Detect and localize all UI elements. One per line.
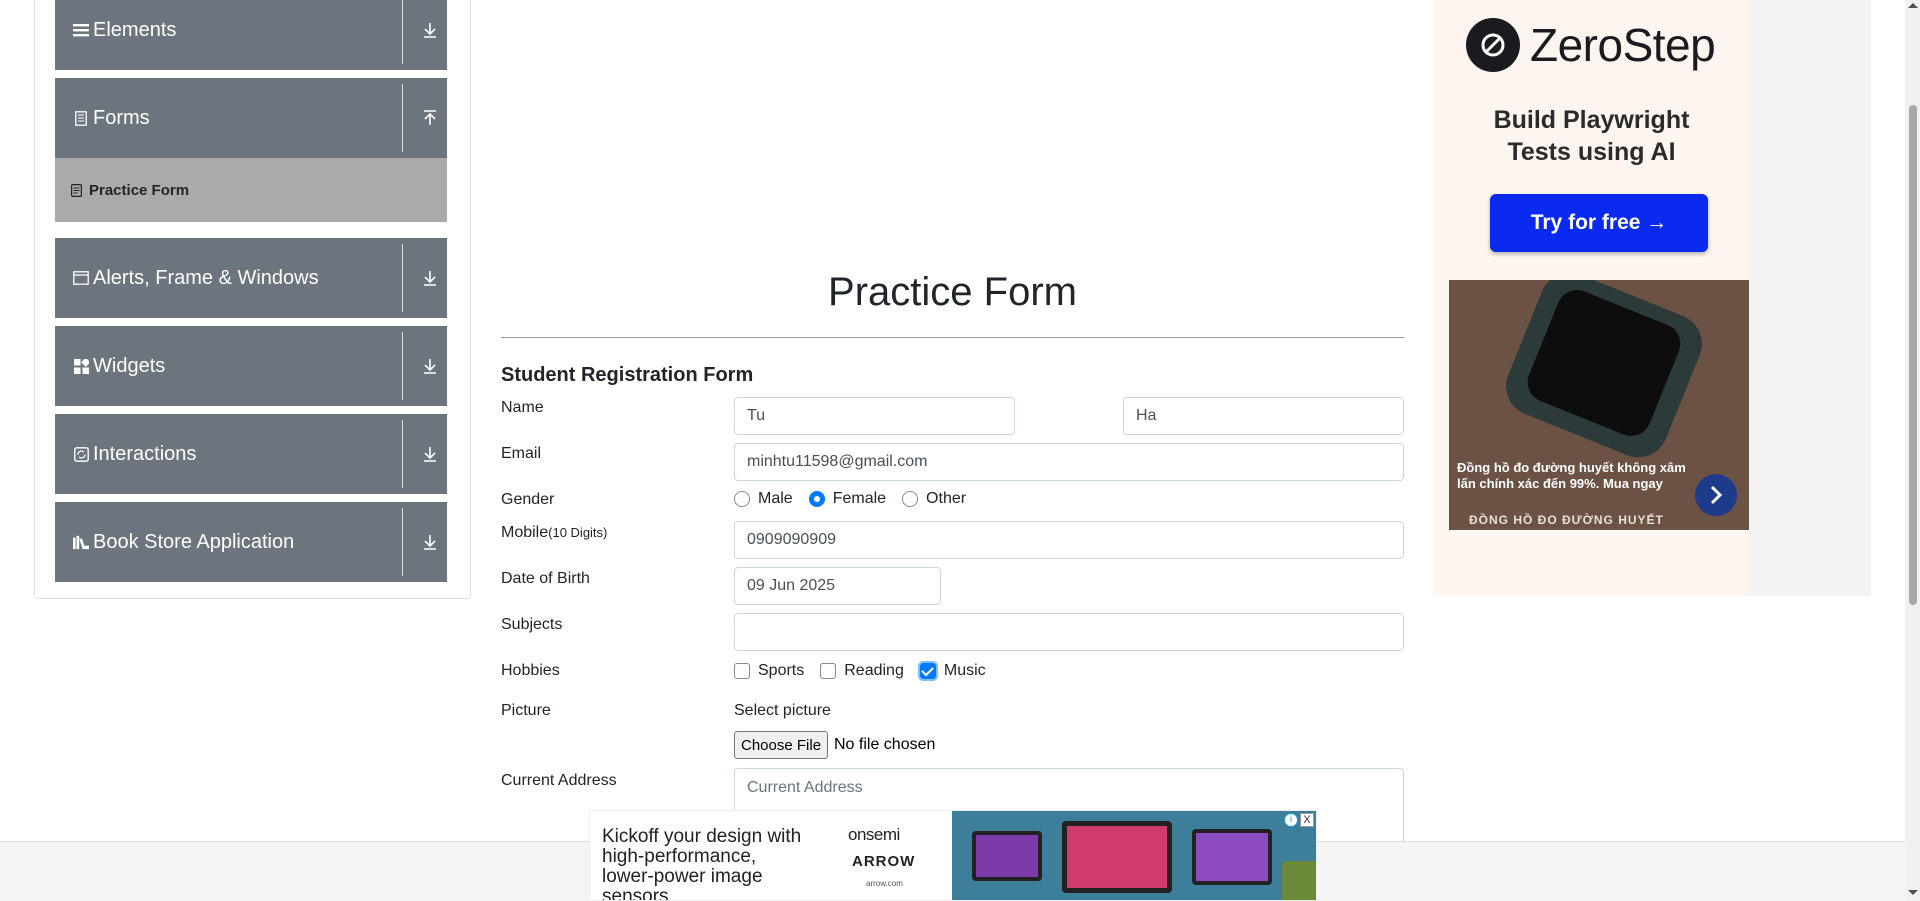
- gender-option-other[interactable]: Other: [902, 490, 966, 508]
- sidebar-item-label: Practice Form: [89, 181, 190, 199]
- form-heading: Student Registration Form: [501, 364, 754, 386]
- divider: [501, 337, 1404, 338]
- onsemi-logo: onsemi: [848, 825, 900, 844]
- hobby-option-music[interactable]: Music: [917, 661, 986, 681]
- chevron-right-icon[interactable]: [1695, 474, 1737, 516]
- scroll-up-icon[interactable]: [1908, 3, 1918, 8]
- hobbies-checkbox-group: Sports Reading Music: [734, 661, 1002, 681]
- sidebar-group-label: Forms: [93, 106, 150, 129]
- mobile-hint: (10 Digits): [548, 525, 608, 540]
- address-label: Current Address: [501, 772, 617, 789]
- interactions-icon: [73, 446, 89, 462]
- window-icon: [73, 270, 89, 286]
- checkbox-checked[interactable]: [917, 661, 938, 681]
- download-arrow-icon[interactable]: [421, 444, 439, 464]
- dob-label: Date of Birth: [501, 570, 590, 587]
- picture-label: Picture: [501, 702, 551, 719]
- ad-info-icon[interactable]: i: [1284, 813, 1298, 827]
- name-label: Name: [501, 399, 544, 416]
- gender-option-male[interactable]: Male: [734, 490, 793, 508]
- close-icon[interactable]: X: [1300, 813, 1314, 827]
- checkbox[interactable]: [734, 663, 750, 679]
- watch-ad-brand: ĐỒNG HỒ ĐO ĐƯỜNG HUYẾT: [1469, 513, 1664, 527]
- sidebar-group-forms[interactable]: Forms: [55, 78, 447, 158]
- mobile-label: Mobile(10 Digits): [501, 524, 608, 541]
- bottom-banner-ad[interactable]: Kickoff your design with high-performanc…: [589, 810, 1317, 901]
- gender-radio-group: Male Female Other: [734, 490, 982, 508]
- sidebar-group-label: Interactions: [93, 442, 197, 465]
- page-title: Practice Form: [828, 270, 1077, 314]
- choose-file-button[interactable]: Choose File: [734, 731, 829, 759]
- arrow-url: arrow.com: [866, 879, 903, 888]
- sidebar-item-practice-form[interactable]: Practice Form: [55, 158, 447, 222]
- hobby-option-reading[interactable]: Reading: [820, 662, 904, 680]
- subjects-label: Subjects: [501, 616, 563, 633]
- watch-ad-text: Đồng hồ đo đường huyết không xâm lấn chí…: [1457, 460, 1686, 491]
- zerostep-logo-icon: [1466, 18, 1520, 72]
- sidebar-group-label: Alerts, Frame & Windows: [93, 266, 319, 289]
- sidebar-group-interactions[interactable]: Interactions: [55, 414, 447, 494]
- ad-text: Kickoff your design with high-performanc…: [602, 826, 802, 901]
- scroll-down-icon[interactable]: [1908, 890, 1918, 895]
- mobile-input[interactable]: [734, 521, 1404, 559]
- radio-button-selected[interactable]: [808, 491, 825, 507]
- download-arrow-icon[interactable]: [421, 532, 439, 552]
- radio-button[interactable]: [902, 491, 919, 507]
- email-input[interactable]: [734, 443, 1404, 481]
- hobby-option-sports[interactable]: Sports: [734, 662, 804, 680]
- zerostep-logo: ZeroStep: [1466, 18, 1716, 72]
- arrow-logo: ARROW: [852, 853, 916, 870]
- gender-option-female[interactable]: Female: [808, 490, 886, 508]
- gender-label: Gender: [501, 491, 555, 508]
- radio-button[interactable]: [734, 491, 750, 507]
- download-arrow-icon[interactable]: [421, 268, 439, 288]
- document-icon: [73, 110, 89, 126]
- sidebar-group-label: Widgets: [93, 354, 166, 377]
- date-of-birth-input[interactable]: [734, 567, 941, 605]
- first-name-input[interactable]: [734, 397, 1015, 435]
- books-icon: [73, 534, 89, 550]
- sidebar-group-widgets[interactable]: Widgets: [55, 326, 447, 406]
- upload-arrow-icon[interactable]: [421, 108, 439, 128]
- sidebar-group-label: Elements: [93, 18, 177, 41]
- select-picture-label: Select picture: [734, 702, 831, 719]
- email-label: Email: [501, 445, 542, 462]
- scrollbar-thumb[interactable]: [1909, 105, 1917, 605]
- checkbox[interactable]: [820, 663, 837, 679]
- sidebar-group-elements[interactable]: Elements: [55, 0, 447, 70]
- download-arrow-icon[interactable]: [421, 356, 439, 376]
- sidebar-group-book-store[interactable]: Book Store Application: [55, 502, 447, 582]
- zerostep-headline: Build Playwright Tests using AI: [1493, 106, 1690, 166]
- download-arrow-icon[interactable]: [421, 20, 439, 40]
- sidebar-group-alerts[interactable]: Alerts, Frame & Windows: [55, 238, 447, 318]
- file-status: No file chosen: [834, 736, 936, 753]
- hobbies-label: Hobbies: [501, 662, 560, 679]
- widgets-icon: [73, 358, 89, 374]
- form-icon: [71, 183, 83, 197]
- try-for-free-button[interactable]: Try for free →: [1490, 194, 1708, 252]
- sidebar-group-label: Book Store Application: [93, 530, 295, 553]
- sensor-chips-image: [952, 811, 1316, 900]
- subjects-input[interactable]: [734, 613, 1404, 651]
- last-name-input[interactable]: [1123, 397, 1404, 435]
- hamburger-icon: [73, 22, 89, 38]
- watch-ad[interactable]: Đồng hồ đo đường huyết không xâm lấn chí…: [1449, 280, 1749, 530]
